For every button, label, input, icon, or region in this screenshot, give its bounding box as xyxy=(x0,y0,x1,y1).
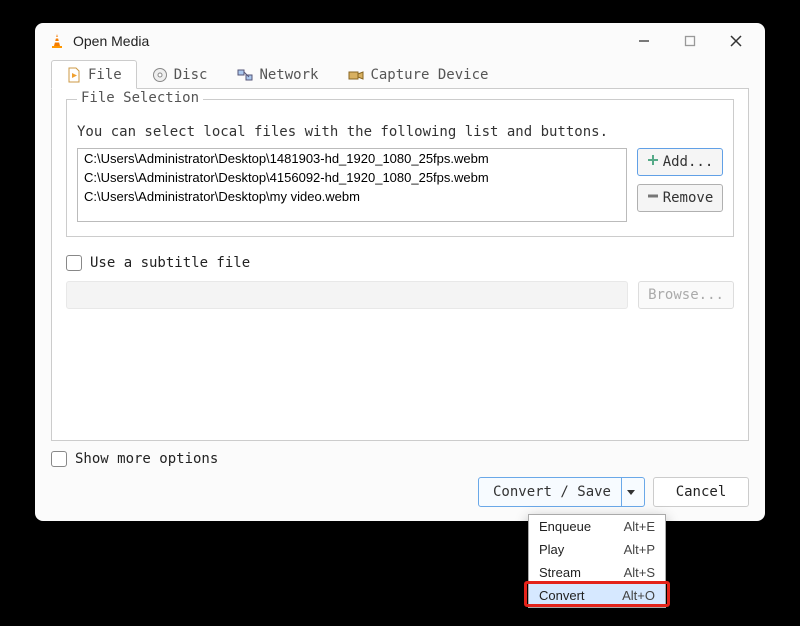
list-item[interactable]: C:\Users\Administrator\Desktop\my video.… xyxy=(78,187,626,206)
menu-shortcut: Alt+S xyxy=(624,565,655,580)
remove-label: Remove xyxy=(663,190,714,206)
cancel-button[interactable]: Cancel xyxy=(653,477,749,507)
file-selection-help: You can select local files with the foll… xyxy=(77,124,723,140)
tab-disc[interactable]: Disc xyxy=(137,60,223,89)
list-item[interactable]: C:\Users\Administrator\Desktop\1481903-h… xyxy=(78,149,626,168)
menu-label: Enqueue xyxy=(539,519,624,534)
minimize-button[interactable] xyxy=(621,25,667,57)
tab-network[interactable]: Network xyxy=(222,60,333,89)
window-controls xyxy=(621,25,759,57)
menu-shortcut: Alt+O xyxy=(622,588,655,603)
menu-item-play[interactable]: Play Alt+P xyxy=(529,538,665,561)
file-list[interactable]: C:\Users\Administrator\Desktop\1481903-h… xyxy=(77,148,627,222)
menu-shortcut: Alt+P xyxy=(624,542,655,557)
convert-save-button[interactable]: Convert / Save xyxy=(478,477,645,507)
menu-shortcut: Alt+E xyxy=(624,519,655,534)
list-item[interactable]: C:\Users\Administrator\Desktop\4156092-h… xyxy=(78,168,626,187)
tab-label: Network xyxy=(259,67,318,83)
dialog-actions: Convert / Save Cancel xyxy=(51,477,749,507)
window-title: Open Media xyxy=(73,33,621,49)
vlc-cone-icon xyxy=(49,33,65,49)
tab-label: Capture Device xyxy=(370,67,488,83)
add-button[interactable]: Add... xyxy=(637,148,723,176)
file-selection-legend: File Selection xyxy=(77,90,203,106)
dialog-footer: Show more options xyxy=(51,451,749,467)
convert-save-menu: Enqueue Alt+E Play Alt+P Stream Alt+S Co… xyxy=(528,514,666,608)
menu-label: Convert xyxy=(539,588,622,603)
subtitle-checkbox-row: Use a subtitle file xyxy=(66,255,734,271)
file-selection-group: File Selection You can select local file… xyxy=(66,99,734,237)
tab-capture-device[interactable]: Capture Device xyxy=(333,60,503,89)
menu-label: Play xyxy=(539,542,624,557)
minus-icon xyxy=(647,190,659,206)
tabs: File Disc Network Capture Device xyxy=(51,59,749,89)
subtitle-path-input xyxy=(66,281,628,309)
tab-panel-file: File Selection You can select local file… xyxy=(51,89,749,441)
tab-label: Disc xyxy=(174,67,208,83)
open-media-dialog: Open Media File Disc xyxy=(35,23,765,521)
show-more-label: Show more options xyxy=(75,451,218,467)
browse-label: Browse... xyxy=(648,287,724,303)
convert-save-dropdown-caret[interactable] xyxy=(622,478,640,506)
close-button[interactable] xyxy=(713,25,759,57)
add-label: Add... xyxy=(663,154,714,170)
capture-icon xyxy=(348,67,364,83)
menu-item-enqueue[interactable]: Enqueue Alt+E xyxy=(529,515,665,538)
menu-label: Stream xyxy=(539,565,624,580)
remove-button[interactable]: Remove xyxy=(637,184,723,212)
network-icon xyxy=(237,67,253,83)
show-more-checkbox[interactable] xyxy=(51,451,67,467)
menu-item-convert[interactable]: Convert Alt+O xyxy=(529,584,665,607)
file-icon xyxy=(66,67,82,83)
browse-button: Browse... xyxy=(638,281,734,309)
disc-icon xyxy=(152,67,168,83)
subtitle-checkbox[interactable] xyxy=(66,255,82,271)
cancel-label: Cancel xyxy=(676,484,727,500)
subtitle-browse-row: Browse... xyxy=(66,281,734,309)
maximize-button[interactable] xyxy=(667,25,713,57)
tab-label: File xyxy=(88,67,122,83)
plus-icon xyxy=(647,154,659,170)
convert-save-label: Convert / Save xyxy=(493,484,611,500)
titlebar: Open Media xyxy=(35,23,765,59)
tab-file[interactable]: File xyxy=(51,60,137,89)
subtitle-checkbox-label: Use a subtitle file xyxy=(90,255,250,271)
menu-item-stream[interactable]: Stream Alt+S xyxy=(529,561,665,584)
